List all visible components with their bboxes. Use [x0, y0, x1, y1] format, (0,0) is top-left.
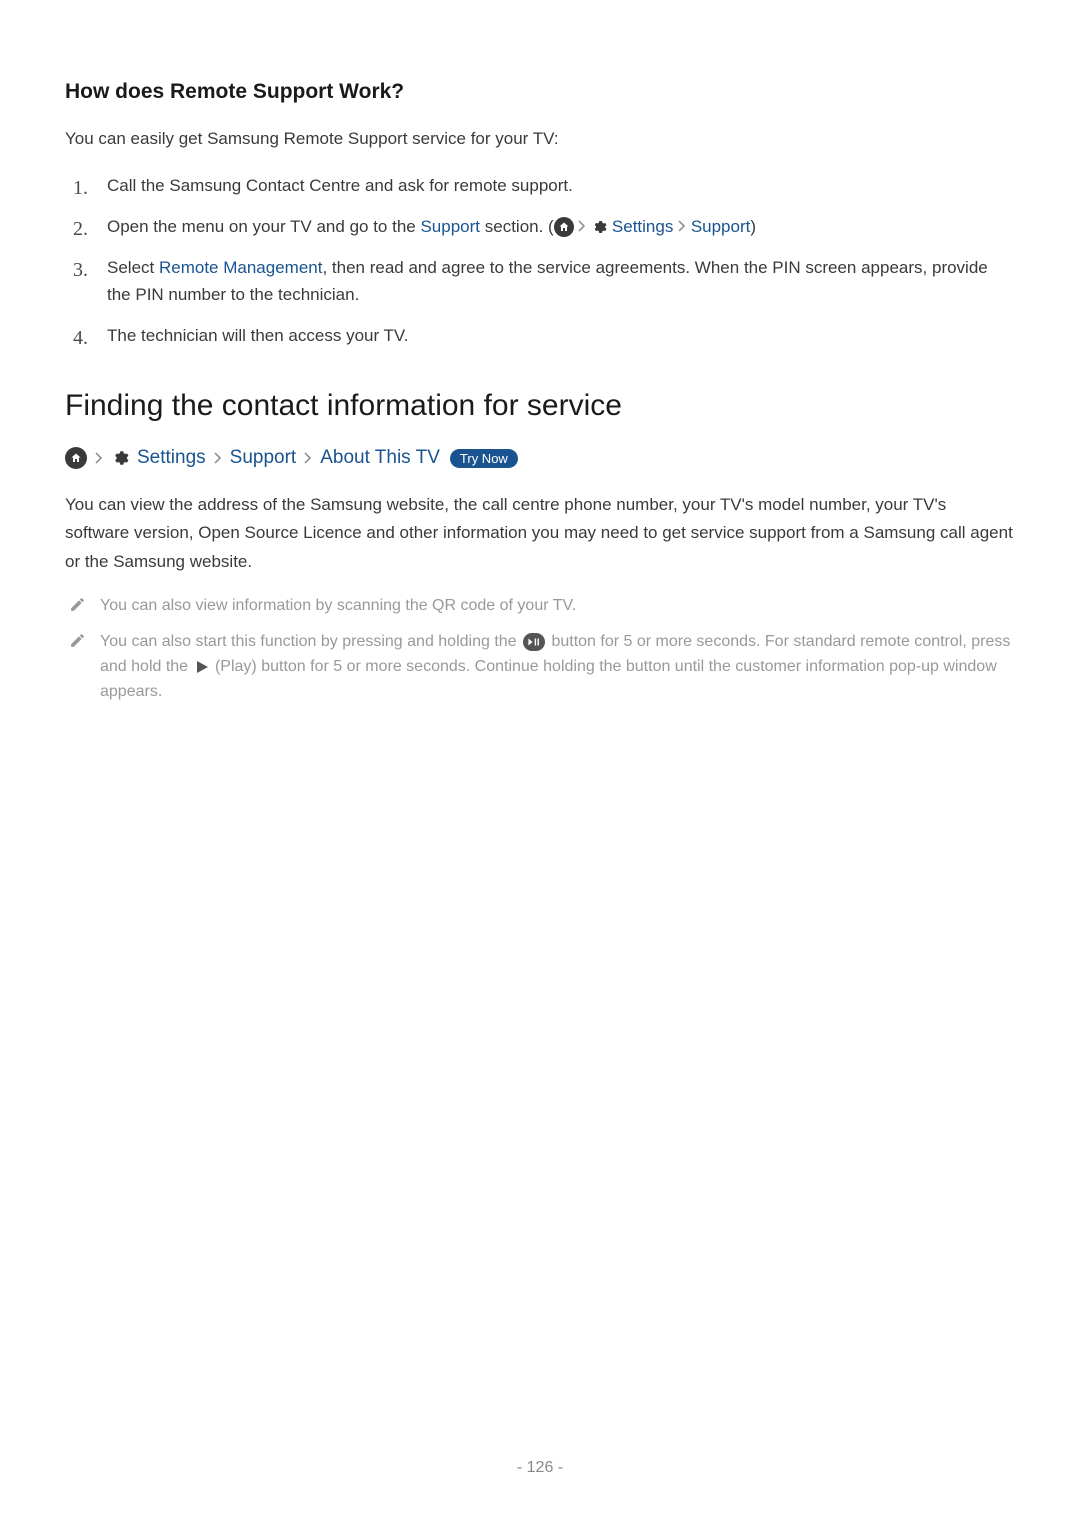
pencil-icon [69, 596, 86, 618]
chevron-icon [304, 452, 312, 464]
note-text-part: You can also start this function by pres… [100, 633, 521, 650]
support-link: Support [420, 217, 480, 236]
intro-paragraph: You can easily get Samsung Remote Suppor… [65, 126, 1015, 152]
step-item: The technician will then access your TV. [65, 322, 1015, 349]
chevron-icon [214, 452, 222, 464]
section-heading: Finding the contact information for serv… [65, 389, 1015, 423]
page-number: - 126 - [517, 1459, 563, 1477]
note-text-part: (Play) button for 5 or more seconds. Con… [100, 658, 997, 700]
inline-nav-path: Settings Support [554, 217, 751, 236]
chevron-icon [95, 452, 103, 464]
step-text: Select [107, 258, 159, 277]
body-paragraph: You can view the address of the Samsung … [65, 491, 1015, 575]
gear-icon [111, 449, 129, 467]
about-tv-link: About This TV [320, 447, 440, 469]
note-item: You can also view information by scannin… [65, 594, 1015, 619]
step-text: Open the menu on your TV and go to the [107, 217, 420, 236]
play-icon [195, 660, 209, 674]
support-link: Support [691, 217, 751, 236]
step-item: Call the Samsung Contact Centre and ask … [65, 172, 1015, 199]
breadcrumb-nav: Settings Support About This TV Try Now [65, 447, 1015, 469]
chevron-icon [678, 220, 686, 232]
settings-link: Settings [607, 217, 673, 236]
step-text: ) [750, 217, 756, 236]
settings-link: Settings [137, 447, 206, 469]
step-item: Open the menu on your TV and go to the S… [65, 213, 1015, 240]
pencil-icon [69, 632, 86, 654]
play-pause-icon [523, 633, 545, 651]
try-now-badge: Try Now [450, 449, 518, 468]
subsection-heading: How does Remote Support Work? [65, 80, 1015, 104]
note-item: You can also start this function by pres… [65, 630, 1015, 704]
note-text: You can also start this function by pres… [100, 630, 1015, 704]
steps-list: Call the Samsung Contact Centre and ask … [65, 172, 1015, 350]
chevron-icon [578, 220, 586, 232]
home-icon [554, 217, 574, 237]
support-link: Support [230, 447, 297, 469]
gear-icon [591, 219, 607, 235]
step-text: section. ( [480, 217, 554, 236]
step-item: Select Remote Management, then read and … [65, 254, 1015, 308]
note-text: You can also view information by scannin… [100, 594, 1015, 619]
home-icon [65, 447, 87, 469]
remote-management-link: Remote Management [159, 258, 322, 277]
